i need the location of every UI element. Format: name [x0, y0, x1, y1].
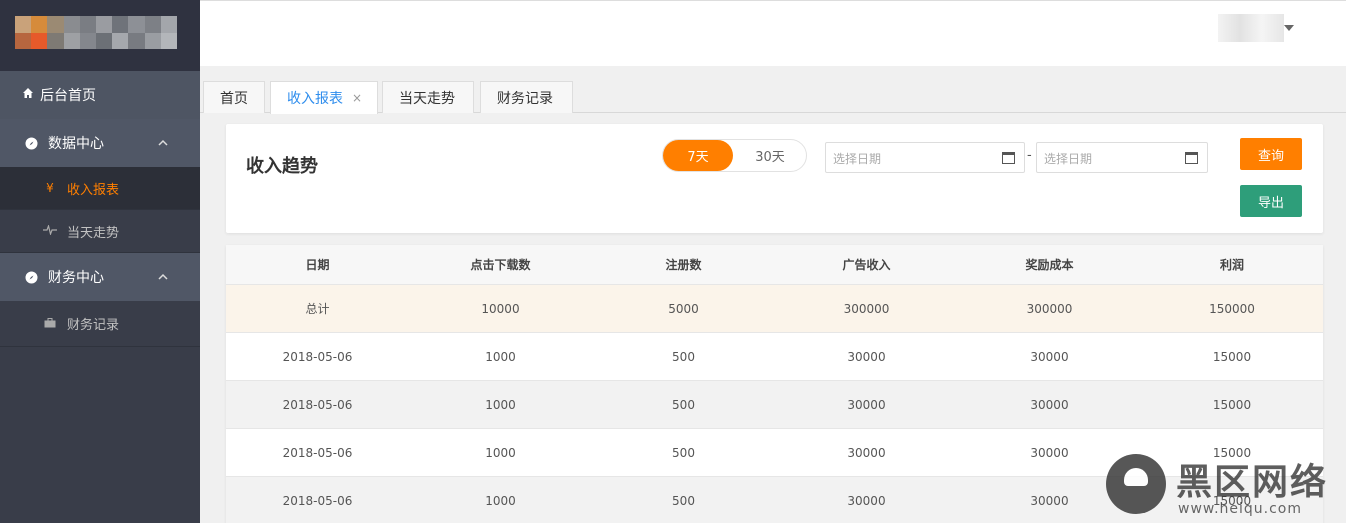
table-cell: 300000	[1026, 301, 1073, 316]
column-header-reward-cost: 奖励成本	[1025, 258, 1074, 272]
table-cell: 300000	[843, 301, 890, 316]
range-7-days-button[interactable]: 7天	[663, 140, 733, 171]
logo-image	[15, 16, 177, 49]
table-cell: 15000	[1212, 349, 1252, 364]
table-cell: 1000	[485, 349, 516, 364]
tab-label: 财务记录	[497, 90, 553, 107]
table-cell: 10000	[481, 301, 520, 316]
table-cell: 1000	[485, 445, 516, 460]
table-cell: 2018-05-06	[282, 493, 353, 508]
end-date-placeholder: 选择日期	[1044, 152, 1093, 166]
yen-icon: ¥	[46, 181, 54, 195]
tab-income-report[interactable]: 收入报表 ×	[270, 81, 378, 114]
table-row-total: 总计 10000 5000 300000 300000 150000	[226, 285, 1323, 333]
sidebar-item-label: 收入报表	[67, 182, 120, 198]
briefcase-icon	[42, 317, 58, 331]
sidebar-item-home[interactable]: 后台首页	[0, 71, 200, 119]
table-cell: 30000	[847, 349, 886, 364]
tab-home[interactable]: 首页	[203, 81, 265, 113]
logo[interactable]	[0, 0, 200, 71]
table-cell: 30000	[1030, 397, 1069, 412]
table-cell: 2018-05-06	[282, 445, 353, 460]
table-row: 2018-05-06 1000 500 30000 30000 15000	[226, 333, 1323, 381]
sidebar-item-income-report[interactable]: ¥ 收入报表	[0, 167, 200, 210]
tab-label: 首页	[220, 90, 248, 107]
home-icon	[22, 87, 34, 103]
watermark-text: 黑区网络	[1176, 462, 1329, 503]
compass-icon	[24, 136, 38, 150]
query-button[interactable]: 查询	[1240, 138, 1302, 170]
close-icon[interactable]: ×	[352, 91, 362, 105]
sidebar-item-daily-trend[interactable]: 当天走势	[0, 210, 200, 253]
tab-label: 收入报表	[287, 91, 343, 107]
sidebar-item-label: 当天走势	[67, 225, 120, 241]
column-header-registrations: 注册数	[665, 258, 702, 272]
table-cell: 15000	[1212, 397, 1252, 412]
user-name[interactable]	[1218, 14, 1284, 42]
chevron-up-icon	[158, 270, 168, 283]
page-title: 收入趋势	[246, 156, 318, 177]
column-header-ad-revenue: 广告收入	[842, 258, 891, 272]
table-cell: 30000	[1030, 349, 1069, 364]
calendar-icon	[1185, 152, 1198, 164]
column-header-profit: 利润	[1219, 258, 1244, 272]
table-row: 2018-05-06 1000 500 30000 30000 15000	[226, 381, 1323, 429]
table-cell: 30000	[847, 493, 886, 508]
export-button[interactable]: 导出	[1240, 185, 1302, 217]
sidebar-item-label: 财务记录	[67, 318, 120, 333]
date-range-separator: -	[1027, 148, 1032, 163]
tab-bar: 首页 收入报表 × 当天走势 财务记录	[200, 66, 1346, 114]
tab-daily-trend[interactable]: 当天走势	[382, 81, 474, 113]
table-cell: 2018-05-06	[282, 349, 353, 364]
range-30-days-button[interactable]: 30天	[735, 140, 805, 171]
table-cell: 500	[672, 349, 695, 364]
start-date-input[interactable]: 选择日期	[825, 142, 1025, 173]
table-cell: 1000	[485, 397, 516, 412]
top-header	[200, 0, 1346, 66]
sidebar-group-label: 财务中心	[48, 270, 104, 286]
table-cell: 30000	[847, 397, 886, 412]
income-trend-card: 收入趋势 7天 30天 选择日期 - 选择日期 查询 导出	[226, 124, 1323, 233]
mushroom-logo-icon	[1106, 454, 1166, 514]
table-cell: 150000	[1209, 301, 1255, 316]
sidebar-group-finance-center[interactable]: 财务中心	[0, 253, 200, 301]
table-cell: 总计	[305, 302, 330, 316]
table-cell: 5000	[668, 301, 699, 316]
table-cell: 500	[672, 397, 695, 412]
start-date-placeholder: 选择日期	[833, 152, 882, 166]
range-toggle: 7天 30天	[662, 139, 807, 172]
table-cell: 1000	[485, 493, 516, 508]
sidebar: 后台首页 数据中心 ¥ 收入报表 当天走势 财务中心 财务记录	[0, 0, 200, 523]
calendar-icon	[1002, 152, 1015, 164]
column-header-date: 日期	[305, 258, 330, 272]
end-date-input[interactable]: 选择日期	[1036, 142, 1208, 173]
table-cell: 500	[672, 445, 695, 460]
tab-label: 当天走势	[399, 90, 455, 107]
table-cell: 500	[672, 493, 695, 508]
table-header-row: 日期 点击下载数 注册数 广告收入 奖励成本 利润	[226, 245, 1323, 285]
sidebar-group-data-center[interactable]: 数据中心	[0, 119, 200, 167]
sidebar-item-finance-records[interactable]: 财务记录	[0, 301, 200, 347]
sidebar-item-label: 后台首页	[40, 88, 96, 104]
watermark: 黑区网络 www.heiqu.com	[1106, 451, 1336, 521]
caret-down-icon[interactable]	[1284, 25, 1294, 31]
tab-finance-records[interactable]: 财务记录	[480, 81, 573, 113]
table-cell: 2018-05-06	[282, 397, 353, 412]
sidebar-group-label: 数据中心	[48, 136, 104, 152]
table-cell: 30000	[847, 445, 886, 460]
watermark-url: www.heiqu.com	[1178, 501, 1303, 517]
chevron-up-icon	[158, 136, 168, 149]
column-header-downloads: 点击下载数	[470, 258, 531, 272]
pulse-icon	[42, 223, 58, 238]
compass-icon	[24, 270, 38, 284]
